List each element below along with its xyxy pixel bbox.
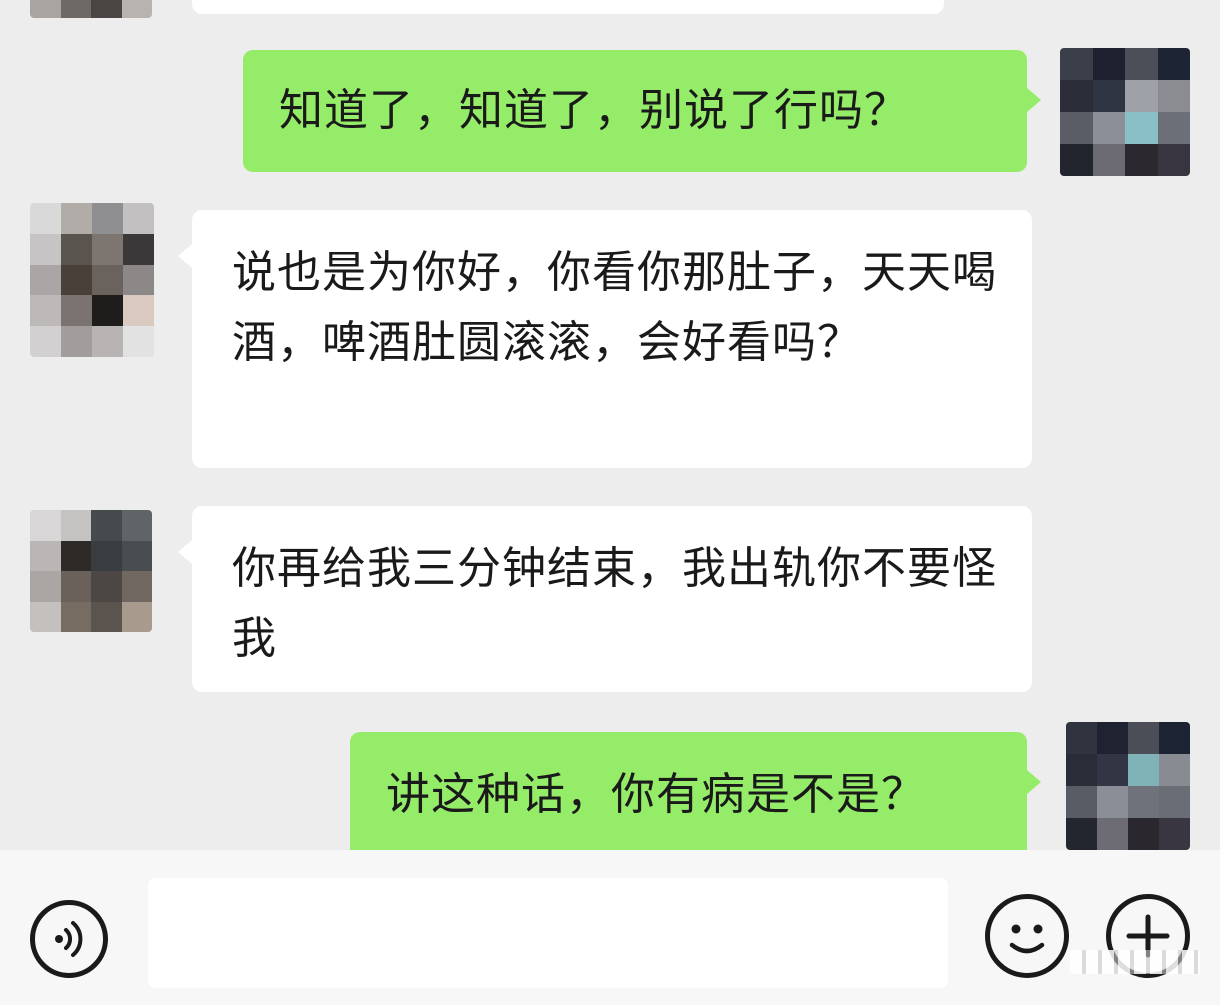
message-bubble-outgoing[interactable]: 讲这种话，你有病是不是？ xyxy=(350,732,1041,850)
message-text: 说也是为你好，你看你那肚子，天天喝酒，啤酒肚圆滚滚，会好看吗？ xyxy=(232,247,997,368)
voice-button[interactable] xyxy=(30,900,108,978)
message-bubble-incoming[interactable] xyxy=(192,0,944,14)
chat-input-bar xyxy=(0,850,1220,1005)
message-bubble-outgoing[interactable]: 知道了，知道了，别说了行吗？ xyxy=(243,50,1041,172)
my-avatar[interactable] xyxy=(1060,48,1190,176)
message-text: 讲这种话，你有病是不是？ xyxy=(386,769,926,820)
contact-avatar[interactable] xyxy=(30,203,154,357)
message-bubble-incoming[interactable]: 说也是为你好，你看你那肚子，天天喝酒，啤酒肚圆滚滚，会好看吗？ xyxy=(178,210,1032,468)
message-text: 你再给我三分钟结束，我出轨你不要怪我 xyxy=(232,543,997,664)
message-bubble-incoming[interactable]: 你再给我三分钟结束，我出轨你不要怪我 xyxy=(178,506,1032,692)
contact-avatar[interactable] xyxy=(30,510,152,632)
message-input[interactable] xyxy=(148,878,948,988)
emoji-button[interactable] xyxy=(985,894,1069,978)
emoji-icon xyxy=(1009,924,1045,954)
my-avatar[interactable] xyxy=(1066,722,1190,850)
voice-icon xyxy=(55,921,83,957)
contact-avatar[interactable] xyxy=(30,0,152,18)
watermark-overlay xyxy=(1070,950,1200,974)
message-text: 知道了，知道了，别说了行吗？ xyxy=(279,85,909,136)
chat-message-area: 知道了，知道了，别说了行吗？ 说也是为你好，你看你那肚子，天天喝酒，啤酒肚圆滚滚… xyxy=(0,0,1220,850)
